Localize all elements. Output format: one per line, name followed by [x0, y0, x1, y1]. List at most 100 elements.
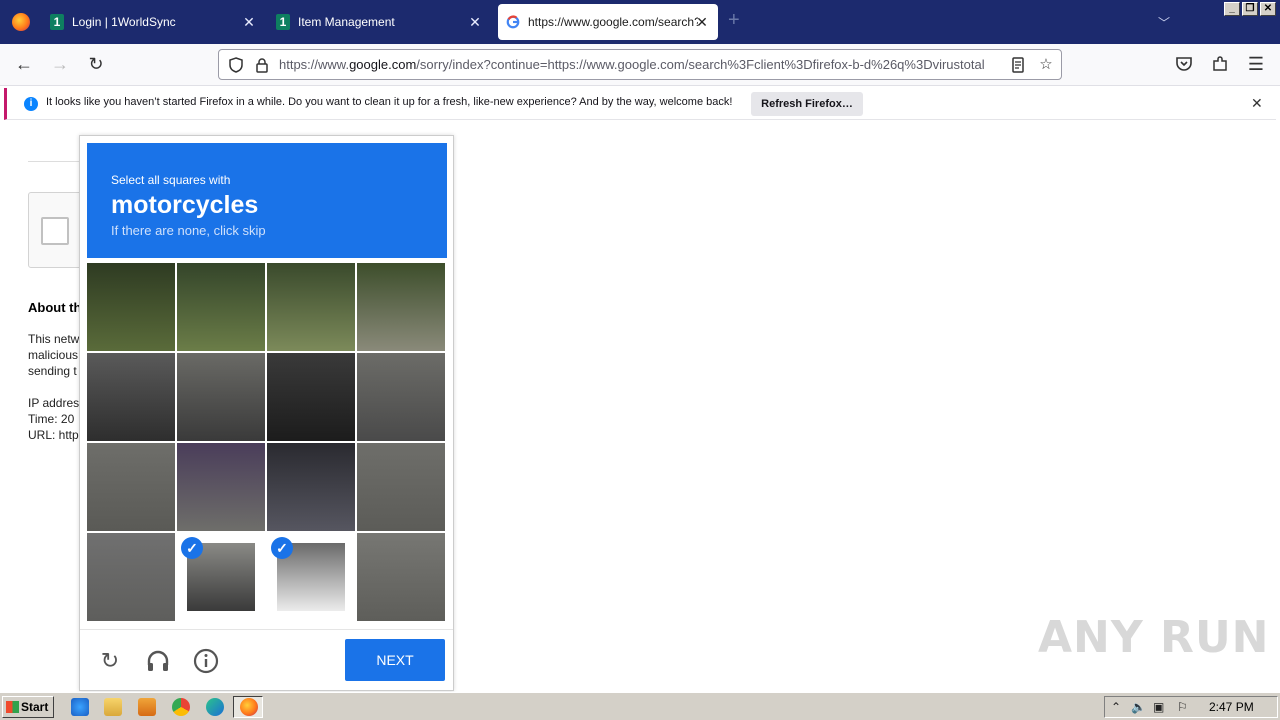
- window-controls: _ ❐ ✕: [1224, 2, 1276, 16]
- image-tile[interactable]: [87, 533, 175, 621]
- forward-arrow-icon[interactable]: →: [50, 54, 70, 74]
- tile-image: [177, 443, 265, 531]
- action-center-flag-icon[interactable]: ⚐: [1177, 700, 1188, 714]
- address-bar[interactable]: https://www.google.com/sorry/index?conti…: [218, 49, 1062, 80]
- start-button[interactable]: Start: [2, 696, 54, 718]
- hamburger-menu-icon[interactable]: ☰: [1246, 54, 1266, 74]
- page-text-line: URL: http: [28, 428, 79, 442]
- image-tile[interactable]: ✓: [267, 533, 355, 621]
- chrome-icon[interactable]: [172, 698, 190, 716]
- recaptcha-challenge: Select all squares with motorcycles If t…: [79, 135, 454, 691]
- lock-icon[interactable]: [253, 56, 271, 74]
- next-button[interactable]: NEXT: [345, 639, 445, 681]
- tile-image: [87, 263, 175, 351]
- close-tab-icon[interactable]: ✕: [467, 14, 483, 30]
- tab-google-search[interactable]: https://www.google.com/search?c ✕: [498, 4, 718, 40]
- challenge-target: motorcycles: [111, 191, 259, 219]
- internet-explorer-icon[interactable]: [71, 698, 89, 716]
- recaptcha-checkbox[interactable]: [41, 217, 69, 245]
- tile-image: [267, 263, 355, 351]
- image-tile[interactable]: [357, 533, 445, 621]
- tile-image: [87, 443, 175, 531]
- tab-label: Login | 1WorldSync: [72, 15, 176, 29]
- tile-image: [357, 353, 445, 441]
- image-tile[interactable]: [87, 443, 175, 531]
- pocket-icon[interactable]: [1174, 54, 1194, 74]
- image-tile[interactable]: [267, 263, 355, 351]
- reload-icon[interactable]: ↻: [86, 54, 106, 74]
- image-tile[interactable]: ✓: [177, 533, 265, 621]
- tile-image: [87, 353, 175, 441]
- close-window-icon[interactable]: ✕: [1260, 2, 1276, 16]
- image-tile[interactable]: [357, 353, 445, 441]
- volume-icon[interactable]: 🔈: [1131, 700, 1146, 714]
- page-text-line: IP addres: [28, 396, 80, 410]
- challenge-hint: If there are none, click skip: [111, 223, 266, 238]
- page-text-line: sending t: [28, 364, 77, 378]
- tile-image: [267, 443, 355, 531]
- image-tile[interactable]: [177, 353, 265, 441]
- info-icon[interactable]: [192, 647, 220, 675]
- image-tile[interactable]: [87, 263, 175, 351]
- about-heading: About th: [28, 300, 82, 315]
- navigation-toolbar: ← → ↻ https://www.google.com/sorry/index…: [0, 44, 1280, 86]
- media-player-icon[interactable]: [138, 698, 156, 716]
- challenge-instruction: Select all squares with: [111, 173, 231, 187]
- close-tab-icon[interactable]: ✕: [694, 14, 710, 30]
- 1worldsync-icon: 1: [276, 14, 290, 30]
- tile-image: [357, 443, 445, 531]
- shield-icon[interactable]: [227, 56, 245, 74]
- notification-message: It looks like you haven’t started Firefo…: [46, 96, 733, 108]
- tab-label: Item Management: [298, 15, 395, 29]
- file-explorer-icon[interactable]: [104, 698, 122, 716]
- image-tile[interactable]: [357, 263, 445, 351]
- image-tile[interactable]: [177, 443, 265, 531]
- checkmark-icon: ✓: [271, 537, 293, 559]
- start-label: Start: [21, 700, 49, 714]
- refresh-notification-bar: i It looks like you haven’t started Fire…: [4, 88, 1276, 120]
- page-text-line: Time: 20: [28, 412, 75, 426]
- firefox-taskbar-button[interactable]: [233, 696, 263, 718]
- tab-strip: 1 Login | 1WorldSync ✕ 1 Item Management…: [0, 0, 1280, 44]
- close-notification-icon[interactable]: ✕: [1251, 95, 1263, 112]
- image-tile[interactable]: [267, 443, 355, 531]
- taskbar: Start ⌃ 🔈 ▣ ⚐ 2:47 PM: [0, 692, 1280, 720]
- tile-image: [177, 263, 265, 351]
- tile-image: [267, 353, 355, 441]
- firefox-menu-icon[interactable]: [0, 0, 42, 44]
- network-icon[interactable]: ▣: [1153, 700, 1164, 714]
- anyrun-watermark-logo: ANY RUN: [1038, 612, 1270, 663]
- page-text-line: malicious: [28, 348, 79, 362]
- tab-login-1worldsync[interactable]: 1 Login | 1WorldSync ✕: [50, 4, 265, 40]
- reader-view-icon[interactable]: [1009, 56, 1027, 74]
- close-tab-icon[interactable]: ✕: [241, 14, 257, 30]
- minimize-icon[interactable]: _: [1224, 2, 1240, 16]
- reload-challenge-icon[interactable]: ↻: [96, 647, 124, 675]
- edge-icon[interactable]: [206, 698, 224, 716]
- new-tab-button[interactable]: +: [728, 10, 740, 30]
- image-tile[interactable]: [267, 353, 355, 441]
- bookmark-star-icon[interactable]: ☆: [1037, 56, 1055, 74]
- clock[interactable]: 2:47 PM: [1209, 700, 1254, 714]
- checkmark-icon: ✓: [181, 537, 203, 559]
- windows-logo-icon: [6, 701, 19, 713]
- challenge-footer: ↻ NEXT: [80, 629, 453, 690]
- tab-item-management[interactable]: 1 Item Management ✕: [276, 4, 491, 40]
- image-tile[interactable]: [177, 263, 265, 351]
- refresh-firefox-button[interactable]: Refresh Firefox…: [751, 92, 863, 116]
- restore-icon[interactable]: ❐: [1242, 2, 1258, 16]
- firefox-icon: [240, 698, 258, 716]
- google-icon: [506, 15, 520, 29]
- image-tile[interactable]: [357, 443, 445, 531]
- back-arrow-icon[interactable]: ←: [14, 54, 34, 74]
- extensions-icon[interactable]: [1210, 54, 1230, 74]
- image-tile[interactable]: [87, 353, 175, 441]
- tile-image: [87, 533, 175, 621]
- url-text[interactable]: https://www.google.com/sorry/index?conti…: [279, 57, 1009, 72]
- page-text-line: This netw: [28, 332, 80, 346]
- challenge-header: Select all squares with motorcycles If t…: [87, 143, 447, 258]
- list-all-tabs-icon[interactable]: ﹀: [1158, 14, 1170, 31]
- headphones-icon[interactable]: [144, 647, 172, 675]
- show-hidden-icons-icon[interactable]: ⌃: [1111, 700, 1121, 714]
- info-icon: i: [24, 97, 38, 111]
